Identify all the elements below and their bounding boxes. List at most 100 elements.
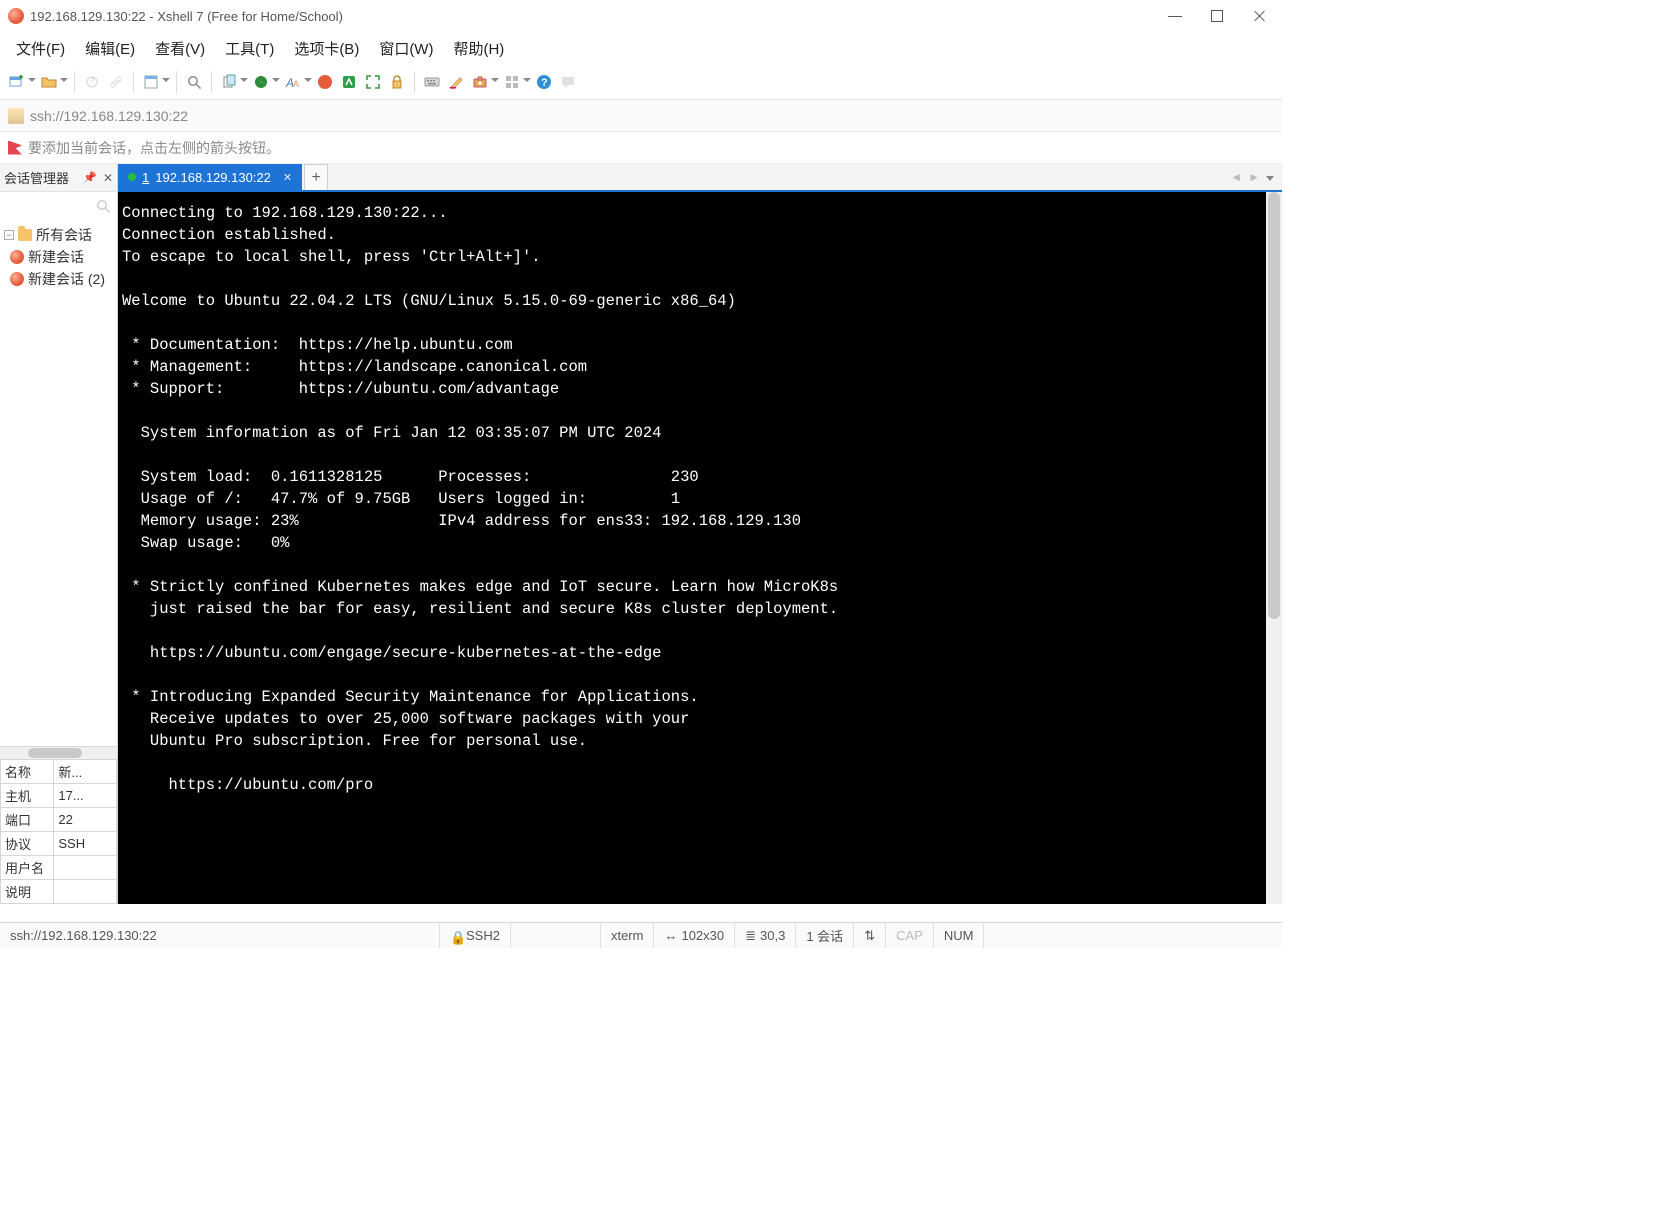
globe-icon[interactable] <box>250 71 272 93</box>
tab-prev-icon[interactable]: ◄ <box>1230 170 1242 184</box>
menu-bar: 文件(F) 编辑(E) 查看(V) 工具(T) 选项卡(B) 窗口(W) 帮助(… <box>0 32 1282 64</box>
close-button[interactable] <box>1252 9 1266 23</box>
prop-val[interactable]: 新... <box>54 760 117 784</box>
menu-file[interactable]: 文件(F) <box>8 34 73 63</box>
terminal[interactable]: Connecting to 192.168.129.130:22... Conn… <box>118 192 1266 904</box>
prop-val[interactable]: 17... <box>54 784 117 808</box>
prop-val[interactable]: 22 <box>54 808 117 832</box>
status-termtype: xterm <box>611 928 644 943</box>
window-title: 192.168.129.130:22 - Xshell 7 (Free for … <box>30 9 1168 24</box>
prop-val[interactable] <box>54 880 117 904</box>
status-protocol: SSH2 <box>466 928 500 943</box>
tab-add-button[interactable]: + <box>304 164 328 190</box>
menu-edit[interactable]: 编辑(E) <box>77 34 143 63</box>
font-icon[interactable]: AA <box>282 71 304 93</box>
search-icon[interactable] <box>183 71 205 93</box>
tab-index: 1 <box>142 170 149 185</box>
horizontal-scrollbar[interactable] <box>0 747 117 759</box>
tab-label: 192.168.129.130:22 <box>155 170 271 185</box>
status-sessions: 1 会话 <box>806 926 843 945</box>
lock-small-icon: 🔒 <box>450 930 462 942</box>
maximize-button[interactable] <box>1210 9 1224 23</box>
prop-key: 名称 <box>1 760 54 784</box>
dropdown-icon[interactable] <box>491 78 499 86</box>
menu-help[interactable]: 帮助(H) <box>445 34 512 63</box>
prop-key: 主机 <box>1 784 54 808</box>
medkit-icon[interactable] <box>469 71 491 93</box>
prop-row: 主机17... <box>1 784 117 808</box>
status-dot-icon <box>128 173 136 181</box>
xftp-icon[interactable] <box>338 71 360 93</box>
menu-view[interactable]: 查看(V) <box>147 34 213 63</box>
bookmark-icon[interactable] <box>8 108 24 124</box>
highlight-icon[interactable] <box>445 71 467 93</box>
prop-val[interactable] <box>54 856 117 880</box>
properties-icon[interactable] <box>140 71 162 93</box>
status-num: NUM <box>944 928 974 943</box>
panel-search[interactable] <box>0 192 117 220</box>
session-tree: − 所有会话 新建会话 新建会话 (2) <box>0 220 117 746</box>
properties-grid: 名称新... 主机17... 端口22 协议SSH 用户名 说明 <box>0 746 117 904</box>
app-logo-icon <box>8 8 24 24</box>
folder-icon <box>18 229 32 241</box>
lock-icon[interactable] <box>386 71 408 93</box>
dropdown-icon[interactable] <box>162 78 170 86</box>
status-url: ssh://192.168.129.130:22 <box>10 928 157 943</box>
dropdown-icon[interactable] <box>28 78 36 86</box>
disconnect-icon[interactable] <box>105 71 127 93</box>
status-size: 102x30 <box>681 928 724 943</box>
tab-active[interactable]: 1 192.168.129.130:22 ✕ <box>118 164 302 190</box>
tile-icon[interactable] <box>501 71 523 93</box>
menu-tools[interactable]: 工具(T) <box>217 34 282 63</box>
tab-list-dropdown-icon[interactable] <box>1266 170 1274 184</box>
status-bar: ssh://192.168.129.130:22 🔒SSH2 xterm ↔ 1… <box>0 922 1282 948</box>
prop-row: 说明 <box>1 880 117 904</box>
panel-close-icon[interactable]: ✕ <box>103 171 113 185</box>
menu-tabs[interactable]: 选项卡(B) <box>286 34 367 63</box>
tree-item[interactable]: 新建会话 (2) <box>2 268 115 290</box>
prop-key: 协议 <box>1 832 54 856</box>
title-bar: 192.168.129.130:22 - Xshell 7 (Free for … <box>0 0 1282 32</box>
hint-bar: 要添加当前会话，点击左侧的箭头按钮。 <box>0 132 1282 164</box>
tab-next-icon[interactable]: ► <box>1248 170 1260 184</box>
svg-text:?: ? <box>541 77 548 89</box>
tree-item[interactable]: 新建会话 <box>2 246 115 268</box>
chat-icon[interactable] <box>557 71 579 93</box>
dropdown-icon[interactable] <box>523 78 531 86</box>
minimize-button[interactable] <box>1168 9 1182 23</box>
prop-row: 用户名 <box>1 856 117 880</box>
transfer-icon: ⇅ <box>864 928 875 944</box>
prop-row: 名称新... <box>1 760 117 784</box>
copy-icon[interactable] <box>218 71 240 93</box>
dropdown-icon[interactable] <box>60 78 68 86</box>
tree-root[interactable]: − 所有会话 <box>2 224 115 246</box>
toolbar: AA ? <box>0 64 1282 100</box>
keyboard-icon[interactable] <box>421 71 443 93</box>
main-area: 会话管理器 📌 ✕ − 所有会话 新建会话 新建会话 (2) <box>0 164 1282 904</box>
content-area: 1 192.168.129.130:22 ✕ + ◄ ► Connecting … <box>118 164 1282 904</box>
pin-icon[interactable]: 📌 <box>83 171 97 184</box>
address-bar[interactable]: ssh://192.168.129.130:22 <box>0 100 1282 132</box>
terminal-scrollbar[interactable] <box>1266 192 1282 904</box>
new-session-icon[interactable] <box>6 71 28 93</box>
hint-text: 要添加当前会话，点击左侧的箭头按钮。 <box>28 138 280 158</box>
panel-header: 会话管理器 📌 ✕ <box>0 164 117 192</box>
prop-val[interactable]: SSH <box>54 832 117 856</box>
tree-root-label: 所有会话 <box>36 225 92 245</box>
xshell-icon[interactable] <box>314 71 336 93</box>
help-icon[interactable]: ? <box>533 71 555 93</box>
fullscreen-icon[interactable] <box>362 71 384 93</box>
open-folder-icon[interactable] <box>38 71 60 93</box>
menu-window[interactable]: 窗口(W) <box>371 34 441 63</box>
dropdown-icon[interactable] <box>304 78 312 86</box>
dropdown-icon[interactable] <box>240 78 248 86</box>
reconnect-icon[interactable] <box>81 71 103 93</box>
address-url: ssh://192.168.129.130:22 <box>30 108 188 124</box>
tab-close-icon[interactable]: ✕ <box>283 171 292 184</box>
panel-title: 会话管理器 <box>4 168 69 187</box>
prop-key: 用户名 <box>1 856 54 880</box>
collapse-icon[interactable]: − <box>4 230 14 240</box>
session-icon <box>10 272 24 286</box>
session-icon <box>10 250 24 264</box>
dropdown-icon[interactable] <box>272 78 280 86</box>
